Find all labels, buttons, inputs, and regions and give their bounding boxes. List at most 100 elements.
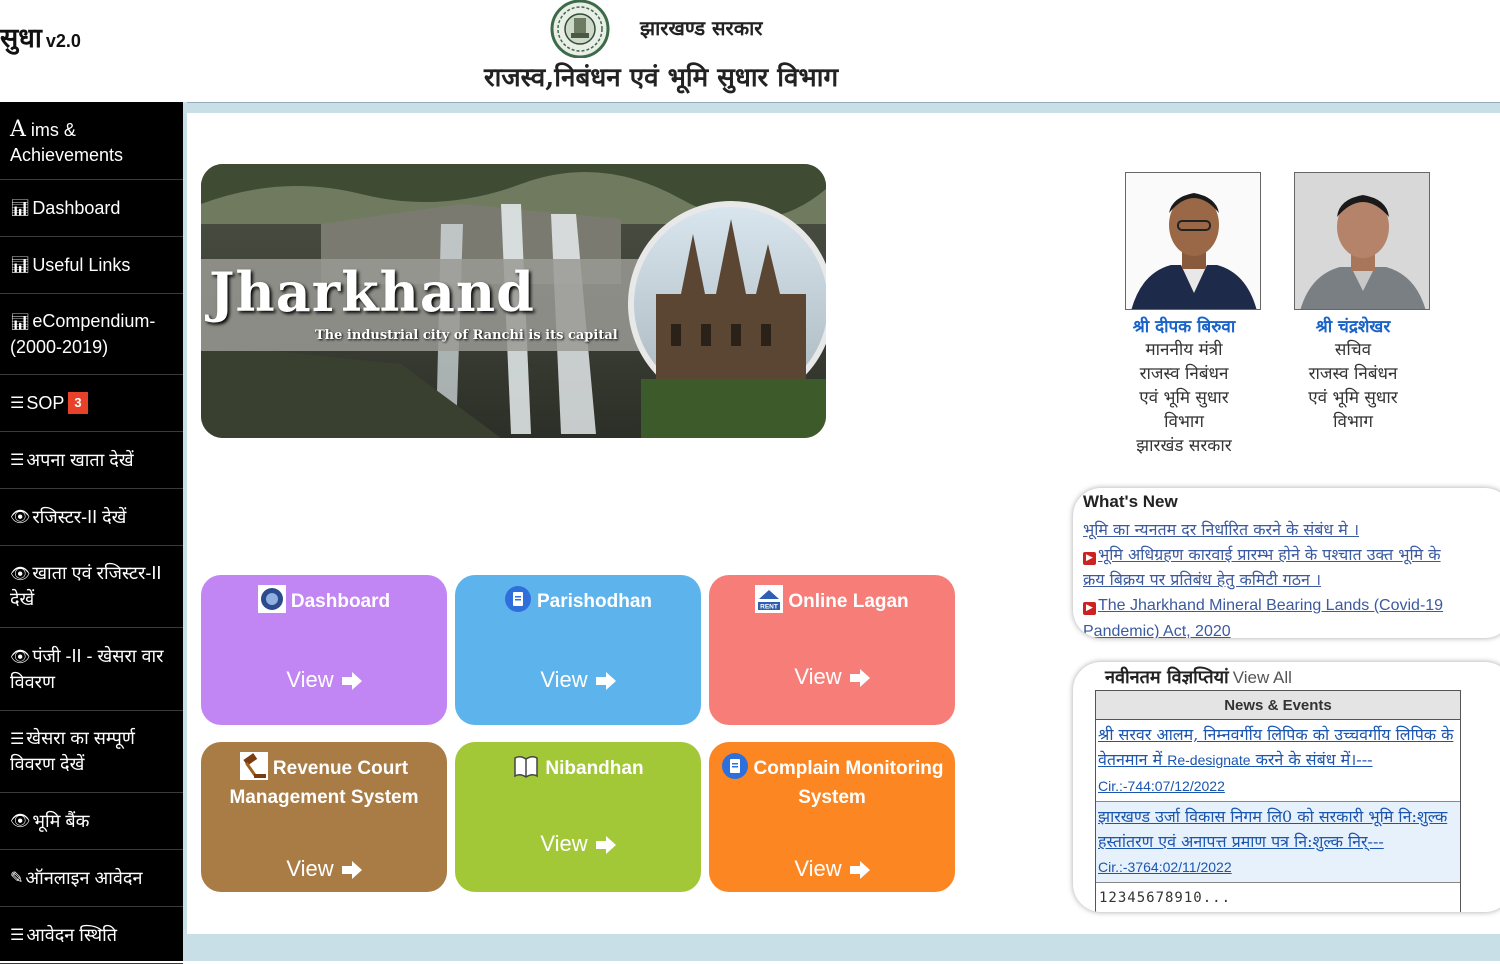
- bar-chart-icon: 📊︎: [10, 256, 31, 274]
- tile-title-row: RENT Online Lagan: [709, 585, 955, 616]
- sidebar-item-text: ☰ खेसरा का सम्पूर्ण विवरण देखें: [10, 726, 175, 777]
- tile-title-row: Revenue Court Management System: [201, 752, 447, 812]
- news-events-table: News & Events श्री सरवर आलम, निम्नवर्गीय…: [1095, 690, 1461, 912]
- pagination[interactable]: 12345678910...: [1096, 883, 1460, 912]
- sidebar-item-khata-register[interactable]: 👁︎ खाता एवं रजिस्टर-II देखें: [0, 546, 183, 628]
- designation-line: माननीय मंत्री: [1145, 340, 1223, 360]
- whats-new-link[interactable]: भूमि अधिग्रहण कारवाई प्रारम्भ होने के पश…: [1083, 545, 1441, 589]
- sidebar-item-label: खेसरा का सम्पूर्ण विवरण देखें: [10, 728, 135, 774]
- arrow-right-icon: [341, 672, 362, 690]
- table-header: News & Events: [1096, 691, 1460, 720]
- tile-view-link[interactable]: View: [455, 667, 701, 693]
- circular-number[interactable]: Cir.:-744:07/12/2022: [1098, 778, 1225, 794]
- tile-online-lagan[interactable]: RENT Online Lagan View: [709, 575, 955, 725]
- tile-title-row: Dashboard: [201, 585, 447, 616]
- tile-title: Online Lagan: [788, 591, 909, 612]
- whats-new-link[interactable]: भूमि का न्यनतम दर निर्धारित करने के संबं…: [1083, 520, 1359, 539]
- tile-view-link[interactable]: View: [455, 831, 701, 857]
- view-label: View: [286, 667, 334, 692]
- circular-number[interactable]: Cir.:-3764:02/11/2022: [1098, 859, 1232, 875]
- department-title: राजस्व,निबंधन एवं भूमि सुधार विभाग: [484, 63, 839, 93]
- tile-parishodhan[interactable]: Parishodhan View: [455, 575, 701, 725]
- secretary-designation: सचिव राजस्व निबंधन एवं भूमि सुधार विभाग: [1263, 338, 1443, 434]
- list-icon: ☰: [10, 926, 25, 944]
- bar-chart-icon: 📊︎: [10, 199, 31, 217]
- notification-link[interactable]: श्री सरवर आलम, निम्नवर्गीय लिपिक को उच्च…: [1098, 725, 1453, 769]
- sidebar-item-useful-links[interactable]: 📊︎ Useful Links: [0, 237, 183, 294]
- dashboard-icon: [257, 585, 286, 613]
- sidebar-item-text: 📊︎ eCompendium-(2000-2019): [10, 309, 175, 360]
- minister-photo: [1125, 172, 1261, 310]
- tile-title-row: Parishodhan: [455, 585, 701, 616]
- content-bottom-strip: [187, 934, 1500, 961]
- designation-line: सचिव: [1334, 340, 1372, 360]
- designation-line: एवं भूमि सुधार: [1308, 388, 1398, 408]
- header: सुधा v2.0 झारखण्ड सरकार राजस्व,निबंधन एवं…: [0, 0, 1500, 102]
- whats-new-item[interactable]: ▶ The Jharkhand Mineral Bearing Lands (Co…: [1083, 592, 1463, 638]
- designation-line: विभाग: [1164, 412, 1204, 432]
- arrow-right-icon: [595, 672, 616, 690]
- designation-line: एवं भूमि सुधार: [1139, 388, 1229, 408]
- arrow-right-icon: [595, 836, 616, 854]
- sidebar-item-sop[interactable]: ☰ SOP 3: [0, 375, 183, 432]
- sidebar-item-aims[interactable]: A ims & Achievements: [0, 102, 183, 180]
- view-label: View: [794, 856, 842, 881]
- state-emblem-icon: [550, 0, 610, 58]
- sidebar-item-ecompendium[interactable]: 📊︎ eCompendium-(2000-2019): [0, 294, 183, 375]
- secretary-name[interactable]: श्री चंद्रशेखर: [1263, 314, 1443, 337]
- sidebar-item-dashboard[interactable]: 📊︎ Dashboard: [0, 180, 183, 237]
- arrow-right-icon: [341, 861, 362, 879]
- tile-title: Complain Monitoring System: [753, 758, 944, 808]
- list-icon: ☰: [10, 451, 25, 469]
- sidebar-item-label: भूमि बैंक: [32, 810, 90, 831]
- tile-complain-monitoring[interactable]: Complain Monitoring System View: [709, 742, 955, 892]
- tile-view-link[interactable]: View: [709, 664, 955, 690]
- list-icon: ☰: [10, 731, 25, 748]
- banner-title: Jharkhand: [209, 260, 535, 324]
- sidebar-item-aavedan-sthiti[interactable]: ☰ आवेदन स्थिति: [0, 907, 183, 964]
- notification-text-end: करने के संबंध में।---: [1250, 750, 1373, 769]
- sidebar-item-panji-khesra[interactable]: 👁︎ पंजी -II - खेसरा वार विवरण: [0, 628, 183, 711]
- minister-name[interactable]: श्री दीपक बिरुवा: [1094, 314, 1274, 337]
- sidebar-item-apna-khata[interactable]: ☰ अपना खाता देखें: [0, 432, 183, 489]
- sidebar-item-text: 👁︎ खाता एवं रजिस्टर-II देखें: [10, 561, 175, 612]
- notification-text-en: Re-designate: [1167, 752, 1251, 768]
- table-row[interactable]: श्री सरवर आलम, निम्नवर्गीय लिपिक को उच्च…: [1096, 720, 1460, 802]
- designation-line: झारखंड सरकार: [1136, 436, 1232, 456]
- banner-subtitle: The industrial city of Ranchi is its cap…: [315, 328, 618, 343]
- tile-view-link[interactable]: View: [201, 856, 447, 882]
- tile-revenue-court[interactable]: Revenue Court Management System View: [201, 742, 447, 892]
- view-label: View: [794, 664, 842, 689]
- play-bullet-icon: ▶: [1083, 602, 1096, 615]
- brand-logo[interactable]: सुधा v2.0: [0, 18, 81, 55]
- whats-new-item[interactable]: भूमि का न्यनतम दर निर्धारित करने के संबं…: [1083, 517, 1463, 542]
- tile-view-link[interactable]: View: [201, 667, 447, 693]
- sidebar-item-bhumi-bank[interactable]: 👁︎ भूमि बैंक: [0, 793, 183, 850]
- tile-dashboard[interactable]: Dashboard View: [201, 575, 447, 725]
- whats-new-list[interactable]: भूमि का न्यनतम दर निर्धारित करने के संबं…: [1083, 517, 1463, 638]
- tile-nibandhan[interactable]: Nibandhan View: [455, 742, 701, 892]
- view-label: View: [540, 667, 588, 692]
- table-row[interactable]: झारखण्ड उर्जा विकास निगम लि0 को सरकारी भ…: [1096, 802, 1460, 883]
- document-edit-icon: [721, 753, 748, 779]
- sidebar-item-label: SOP: [26, 392, 65, 413]
- sidebar-item-khesra-vivran[interactable]: ☰ खेसरा का सम्पूर्ण विवरण देखें: [0, 711, 183, 793]
- content-top-strip: [183, 102, 1500, 113]
- tile-title-row: Nibandhan: [455, 752, 701, 783]
- notifications-title: नवीनतम विज्ञप्तियां: [1105, 667, 1229, 688]
- sop-count-badge: 3: [68, 392, 88, 414]
- view-all-link[interactable]: View All: [1233, 668, 1292, 687]
- sidebar: A ims & Achievements 📊︎ Dashboard 📊︎ Usefu…: [0, 102, 183, 964]
- sidebar-item-label: पंजी -II - खेसरा वार विवरण: [10, 645, 164, 692]
- minister-designation: माननीय मंत्री राजस्व निबंधन एवं भूमि सुध…: [1094, 338, 1274, 458]
- sidebar-item-label: Useful Links: [32, 254, 131, 275]
- whats-new-item[interactable]: ▶ भूमि अधिग्रहण कारवाई प्रारम्भ होने के प…: [1083, 542, 1463, 592]
- whats-new-link[interactable]: The Jharkhand Mineral Bearing Lands (Cov…: [1083, 597, 1443, 638]
- tile-view-link[interactable]: View: [709, 856, 955, 882]
- sidebar-item-register-2[interactable]: 👁︎ रजिस्टर-II देखें: [0, 489, 183, 546]
- sidebar-item-label: आवेदन स्थिति: [26, 924, 118, 945]
- whats-new-panel: What's New भूमि का न्यनतम दर निर्धारित क…: [1073, 488, 1500, 638]
- rent-icon: RENT: [755, 585, 784, 613]
- sidebar-item-online-aavedan[interactable]: ✎ ऑनलाइन आवेदन: [0, 850, 183, 907]
- notification-link[interactable]: झारखण्ड उर्जा विकास निगम लि0 को सरकारी भ…: [1098, 807, 1447, 851]
